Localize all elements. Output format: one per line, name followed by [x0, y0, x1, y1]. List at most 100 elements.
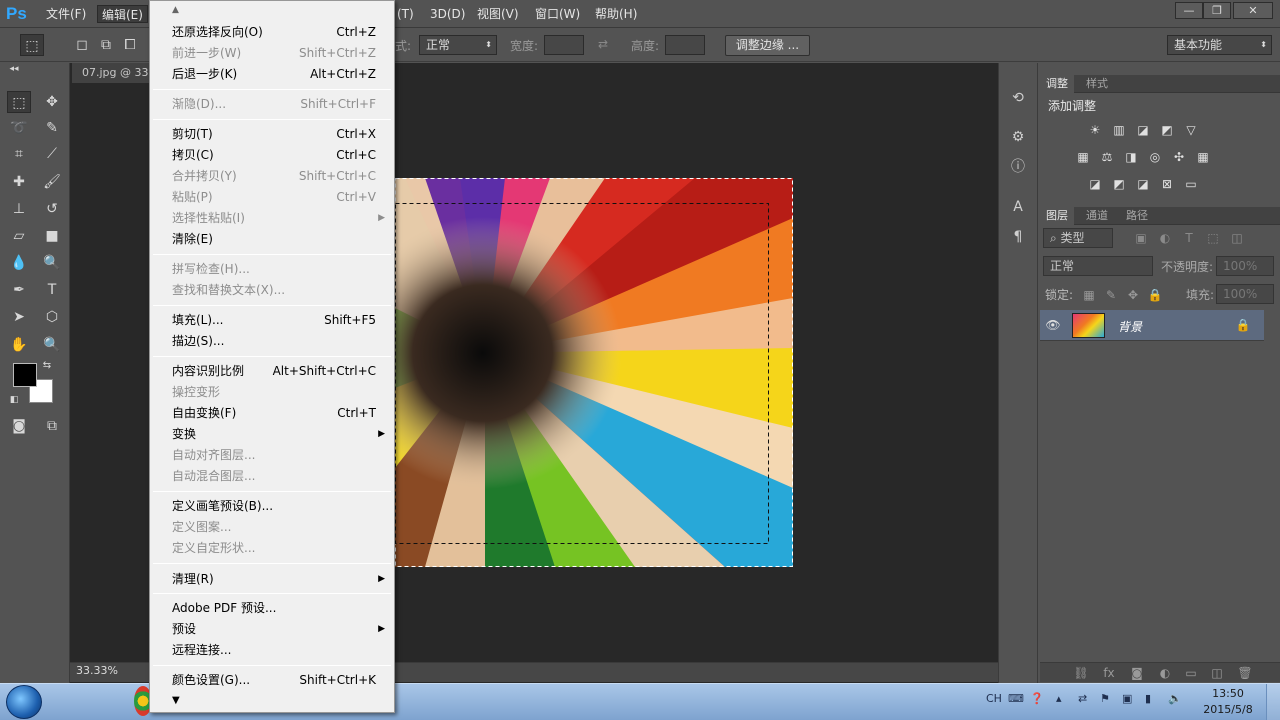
quick-mask-icon[interactable]: ◙ — [7, 415, 31, 437]
menu-item[interactable]: 填充(L)... Shift+F5 — [151, 310, 393, 331]
workspace-select[interactable]: 基本功能 ⬍ — [1167, 35, 1272, 55]
menu-item[interactable]: 后退一步(K) Alt+Ctrl+Z — [151, 64, 393, 85]
tab-paths[interactable]: 路径 — [1120, 207, 1154, 225]
character-icon[interactable]: A — [1006, 196, 1030, 218]
vibrance-icon[interactable]: ▽ — [1182, 122, 1200, 138]
tab-adjustments[interactable]: 调整 — [1040, 75, 1074, 93]
shape-tool-icon[interactable]: ⬡ — [40, 306, 64, 328]
language-indicator[interactable]: CH — [986, 692, 1002, 705]
tab-layers[interactable]: 图层 — [1040, 207, 1074, 225]
collapse-icon[interactable]: ◂◂ — [2, 63, 26, 75]
move-tool-icon[interactable]: ✥ — [40, 91, 64, 113]
keyboard-icon[interactable]: ⌨ — [1008, 692, 1024, 705]
show-desktop-button[interactable] — [1266, 684, 1280, 720]
clock[interactable]: 13:50 2015/5/8 — [1196, 686, 1260, 718]
type-tool-icon[interactable]: T — [40, 279, 64, 301]
menu-item[interactable]: 定义图案... — [151, 517, 393, 538]
path-select-tool-icon[interactable]: ➤ — [7, 306, 31, 328]
filter-shape-icon[interactable]: ⬚ — [1204, 230, 1222, 246]
minimize-button[interactable]: — — [1175, 2, 1203, 19]
layer-name[interactable]: 背景 — [1118, 318, 1142, 335]
marquee-preset-icon[interactable]: ⬚ — [20, 34, 44, 56]
menu-item[interactable]: 拷贝(C) Ctrl+C — [151, 145, 393, 166]
width-input[interactable] — [544, 35, 584, 55]
restore-button[interactable]: ❐ — [1203, 2, 1231, 19]
menu-item[interactable]: 渐隐(D)... Shift+Ctrl+F — [151, 94, 393, 115]
layer-row[interactable]: 👁 背景 🔒 — [1040, 310, 1264, 341]
style-select[interactable]: 正常 ⬍ — [419, 35, 497, 55]
menu-view[interactable]: 视图(V) — [473, 5, 523, 23]
menu-item[interactable]: 剪切(T) Ctrl+X — [151, 124, 393, 145]
brush-tool-icon[interactable]: 🖌 — [40, 171, 64, 193]
paragraph-icon[interactable]: ¶ — [1006, 226, 1030, 248]
canvas-image[interactable] — [395, 178, 793, 567]
default-colors-icon[interactable]: ◧ — [7, 393, 21, 407]
filter-adjust-icon[interactable]: ◐ — [1156, 230, 1174, 246]
selective-color-icon[interactable]: ⊠ — [1158, 176, 1176, 192]
properties-icon[interactable]: ⚙ — [1006, 126, 1030, 148]
color-lookup-icon[interactable]: ▦ — [1194, 149, 1212, 165]
invert-icon[interactable]: ◪ — [1086, 176, 1104, 192]
rect-marquee-tool-icon[interactable]: ⬚ — [7, 91, 31, 113]
menu-item[interactable]: 颜色设置(G)... Shift+Ctrl+K — [151, 670, 393, 691]
folder-icon[interactable]: ▭ — [1182, 665, 1200, 681]
adjustment-layer-icon[interactable]: ◐ — [1156, 665, 1174, 681]
new-selection-icon[interactable]: ◻ — [70, 34, 94, 56]
screen-mode-icon[interactable]: ⧉ — [40, 415, 64, 437]
flag-icon[interactable]: ⚑ — [1100, 692, 1110, 705]
zoom-level[interactable]: 33.33% — [76, 664, 118, 677]
menu-window[interactable]: 窗口(W) — [531, 5, 584, 23]
eraser-tool-icon[interactable]: ▱ — [7, 225, 31, 247]
layer-filter-select[interactable]: ⌕ 类型 — [1043, 228, 1113, 248]
pen-tool-icon[interactable]: ✒ — [7, 279, 31, 301]
document-tab[interactable]: 07.jpg @ 33 — [72, 63, 154, 83]
menu-filter[interactable]: (T) — [393, 5, 418, 23]
brightness-icon[interactable]: ☀ — [1086, 122, 1104, 138]
menu-help[interactable]: 帮助(H) — [591, 5, 641, 23]
photo-filter-icon[interactable]: ◎ — [1146, 149, 1164, 165]
menu-item[interactable]: Adobe PDF 预设... — [151, 598, 393, 619]
tab-styles[interactable]: 样式 — [1080, 75, 1114, 93]
menu-item[interactable]: 远程连接... — [151, 640, 393, 661]
help-icon[interactable]: ❓ — [1030, 692, 1044, 705]
network-icon[interactable]: ▮ — [1145, 692, 1151, 705]
scroll-up-icon[interactable]: ▲ — [172, 5, 179, 15]
color-balance-icon[interactable]: ⚖ — [1098, 149, 1116, 165]
posterize-icon[interactable]: ◩ — [1110, 176, 1128, 192]
close-button[interactable]: ✕ — [1233, 2, 1273, 19]
menu-item[interactable]: 拼写检查(H)... — [151, 259, 393, 280]
link-icon[interactable]: ⛓ — [1072, 665, 1090, 681]
menu-item[interactable]: 选择性粘贴(I) ▶ — [151, 208, 393, 229]
subtract-selection-icon[interactable]: ⧠ — [118, 34, 142, 56]
menu-item[interactable]: 变换 ▶ — [151, 424, 393, 445]
filter-pixel-icon[interactable]: ▣ — [1132, 230, 1150, 246]
foreground-color-swatch[interactable] — [13, 363, 37, 387]
new-layer-icon[interactable]: ◫ — [1208, 665, 1226, 681]
menu-item[interactable]: 还原选择反向(O) Ctrl+Z — [151, 22, 393, 43]
exposure-icon[interactable]: ◩ — [1158, 122, 1176, 138]
menu-item[interactable]: 内容识别比例 Alt+Shift+Ctrl+C — [151, 361, 393, 382]
fx-icon[interactable]: fx — [1100, 665, 1118, 681]
lock-pixels-icon[interactable]: ▦ — [1080, 287, 1098, 303]
lock-paint-icon[interactable]: ✎ — [1102, 287, 1120, 303]
menu-item[interactable]: 定义自定形状... — [151, 538, 393, 559]
add-selection-icon[interactable]: ⧉ — [94, 34, 118, 56]
sync-icon[interactable]: ⇄ — [1078, 692, 1087, 705]
menu-item[interactable]: 操控变形 — [151, 382, 393, 403]
device-icon[interactable]: ▣ — [1122, 692, 1132, 705]
curves-icon[interactable]: ◪ — [1134, 122, 1152, 138]
tray-arrow-icon[interactable]: ▴ — [1056, 692, 1062, 705]
menu-item[interactable]: 清理(R) ▶ — [151, 569, 393, 590]
menu-item[interactable]: 自动混合图层... — [151, 466, 393, 487]
menu-file[interactable]: 文件(F) — [42, 5, 90, 23]
swap-icon[interactable]: ⇄ — [598, 37, 608, 51]
filter-type-icon[interactable]: T — [1180, 230, 1198, 246]
menu-item[interactable]: 查找和替换文本(X)... — [151, 280, 393, 301]
gradient-map-icon[interactable]: ▭ — [1182, 176, 1200, 192]
black-white-icon[interactable]: ◨ — [1122, 149, 1140, 165]
crop-tool-icon[interactable]: ⌗ — [7, 143, 31, 165]
blend-mode-select[interactable]: 正常 — [1043, 256, 1153, 276]
menu-3d[interactable]: 3D(D) — [426, 5, 469, 23]
refine-edge-button[interactable]: 调整边缘 ... — [725, 35, 810, 56]
menu-item[interactable]: 清除(E) — [151, 229, 393, 250]
